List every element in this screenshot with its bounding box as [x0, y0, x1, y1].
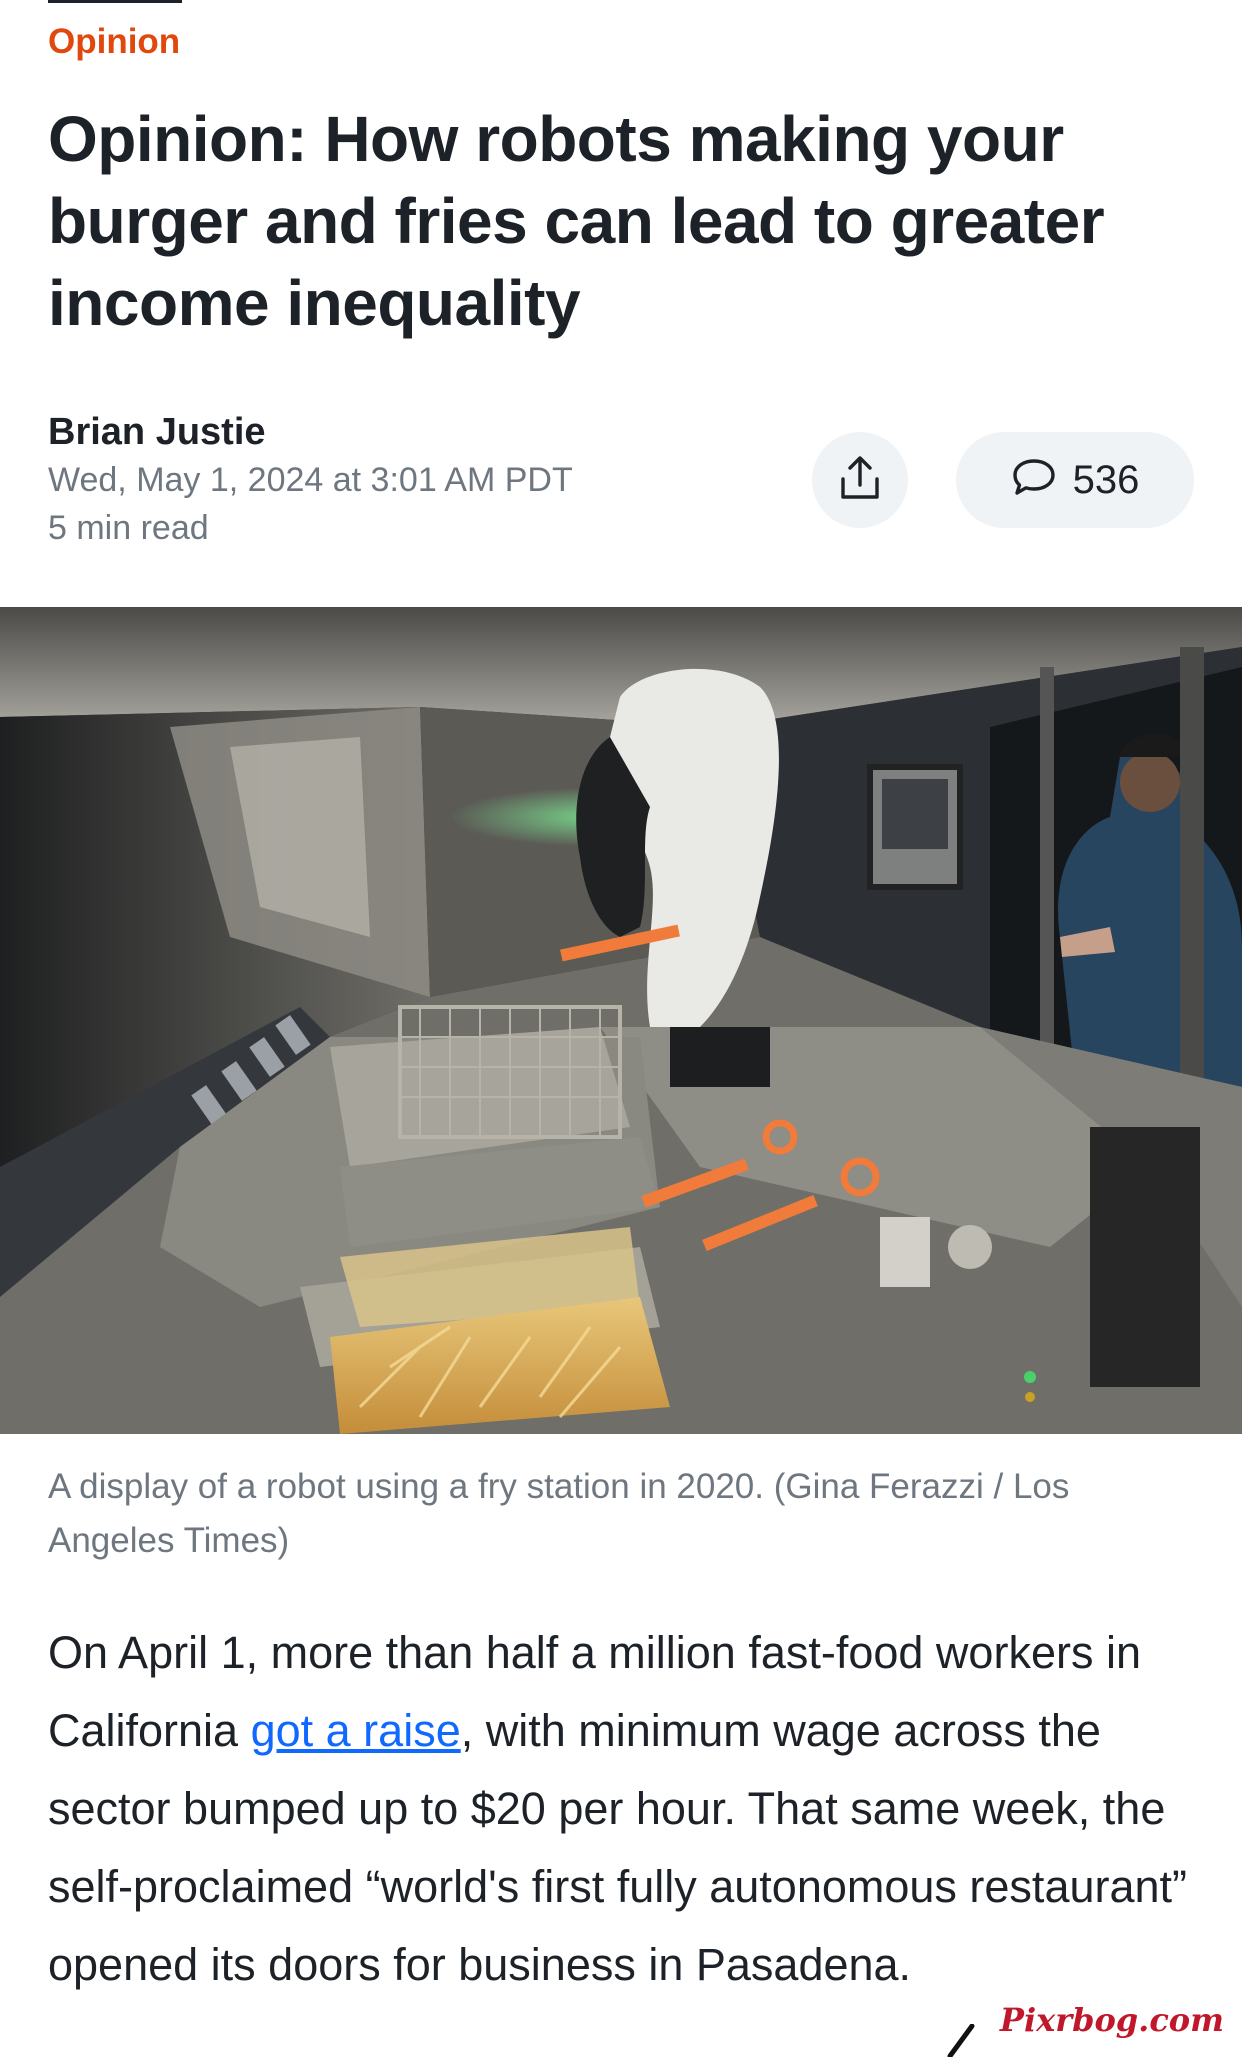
byline: Brian Justie Wed, May 1, 2024 at 3:01 AM…	[48, 408, 573, 552]
image-caption: A display of a robot using a fry station…	[48, 1467, 1070, 1560]
watermark: Pixrbog.com	[999, 2001, 1224, 2039]
article-page: Opinion Opinion: How robots making your …	[0, 0, 1242, 2057]
comment-count: 536	[1072, 457, 1140, 502]
section-divider	[48, 0, 182, 3]
author-name-link[interactable]: Brian Justie	[48, 408, 573, 456]
pen-stroke-mark	[946, 2023, 976, 2057]
comment-bubble-icon	[1011, 457, 1057, 504]
article-headline: Opinion: How robots making your burger a…	[48, 103, 1105, 339]
article-body-paragraph: On April 1, more than half a million fas…	[48, 1614, 1208, 2004]
comments-button[interactable]: 536	[956, 432, 1194, 528]
read-time: 5 min read	[48, 509, 209, 547]
section-label-link[interactable]: Opinion	[48, 22, 180, 62]
share-button[interactable]	[812, 432, 908, 528]
publish-date: Wed, May 1, 2024 at 3:01 AM PDT	[48, 461, 573, 499]
hero-image[interactable]	[0, 607, 1242, 1434]
share-icon	[838, 455, 882, 506]
got-a-raise-link[interactable]: got a raise	[251, 1705, 461, 1756]
